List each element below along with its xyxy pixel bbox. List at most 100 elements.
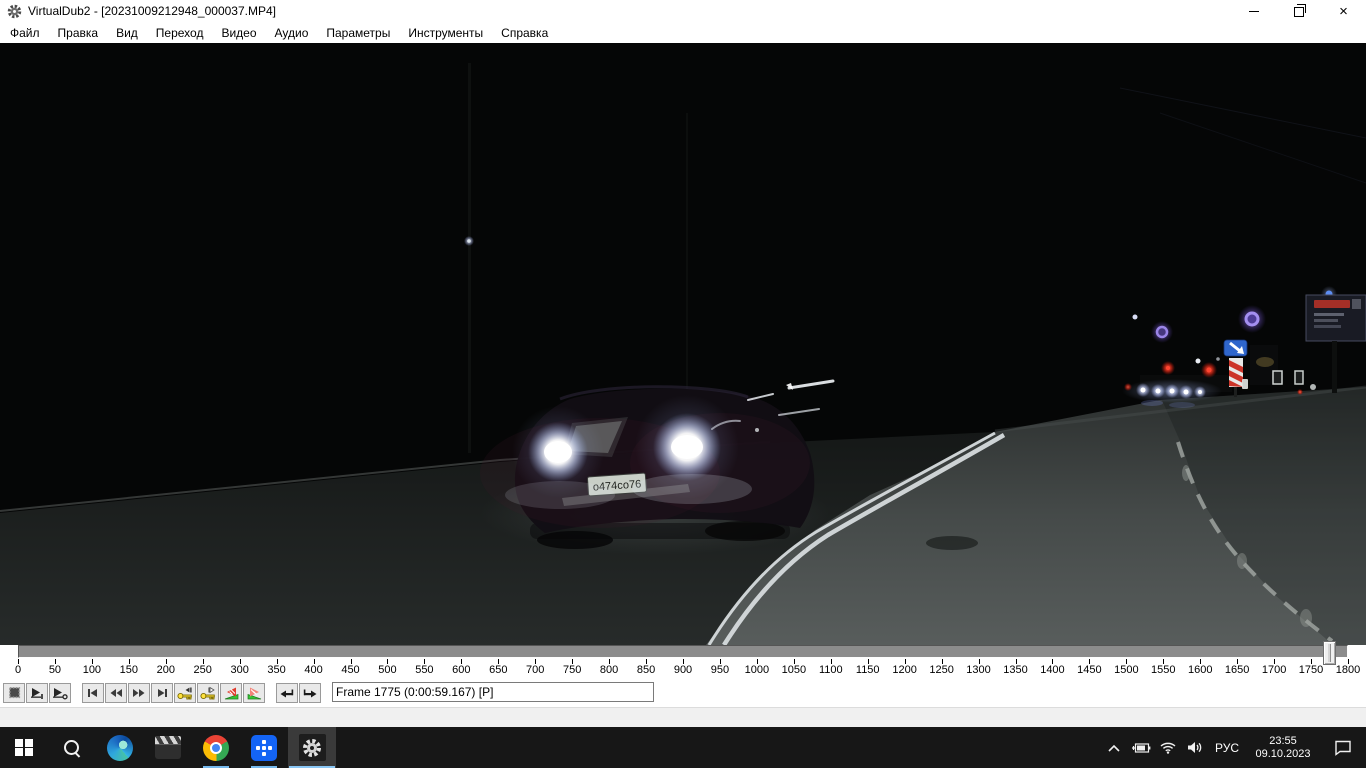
menu-options[interactable]: Параметры xyxy=(317,23,399,43)
taskbar-edge-button[interactable] xyxy=(96,727,144,768)
prev-scene-icon xyxy=(223,686,240,701)
action-center-icon xyxy=(1334,740,1352,756)
start-button[interactable] xyxy=(0,727,48,768)
close-button[interactable]: × xyxy=(1321,0,1366,22)
timeline-tick-label: 350 xyxy=(267,664,285,676)
go-end-button[interactable] xyxy=(151,683,173,703)
battery-status[interactable] xyxy=(1127,727,1155,768)
taskbar-blue-app-button[interactable] xyxy=(240,727,288,768)
mark-in-icon xyxy=(279,686,295,700)
system-tray: РУС 23:55 09.10.2023 xyxy=(1101,727,1366,768)
timeline-tick-label: 950 xyxy=(711,664,729,676)
timeline-tick-label: 1150 xyxy=(856,664,880,676)
timeline-tick-label: 1250 xyxy=(929,664,953,676)
timeline-tick-label: 0 xyxy=(15,664,21,676)
small-sign-1 xyxy=(1273,371,1282,384)
utility-pole-2 xyxy=(686,113,688,413)
mark-out-icon xyxy=(302,686,318,700)
small-sign-2 xyxy=(1295,371,1303,384)
step-back-button[interactable] xyxy=(105,683,127,703)
menu-view[interactable]: Вид xyxy=(107,23,147,43)
title-bar: VirtualDub2 - [20231009212948_000037.MP4… xyxy=(0,0,1366,22)
volume-status[interactable] xyxy=(1181,727,1208,768)
speaker-icon xyxy=(1187,741,1203,754)
window-controls: × xyxy=(1231,0,1366,22)
restore-button[interactable] xyxy=(1276,0,1321,22)
timeline-ruler: 0501001502002503003504004505005506006507… xyxy=(0,645,1366,681)
menu-audio[interactable]: Аудио xyxy=(266,23,318,43)
taskbar-chrome-button[interactable] xyxy=(192,727,240,768)
timeline-tick-label: 1450 xyxy=(1077,664,1101,676)
timeline-tick-label: 550 xyxy=(415,664,433,676)
menu-help[interactable]: Справка xyxy=(492,23,557,43)
go-start-button[interactable] xyxy=(82,683,104,703)
timeline-tick-label: 1750 xyxy=(1299,664,1323,676)
taskbar: РУС 23:55 09.10.2023 xyxy=(0,727,1366,768)
menu-edit[interactable]: Правка xyxy=(49,23,108,43)
taskbar-search-button[interactable] xyxy=(48,727,96,768)
timeline-track[interactable] xyxy=(18,645,1348,658)
dashcam-frame: о474со76 xyxy=(0,43,1366,645)
menu-video[interactable]: Видео xyxy=(212,23,265,43)
road-patch xyxy=(926,536,978,550)
menu-tools[interactable]: Инструменты xyxy=(399,23,492,43)
edge-icon xyxy=(107,735,133,761)
timeline-slider[interactable] xyxy=(1323,641,1336,665)
minimize-icon xyxy=(1249,11,1259,12)
timeline-tick-label: 850 xyxy=(637,664,655,676)
timeline-tick-label: 900 xyxy=(674,664,692,676)
prev-scene-button[interactable] xyxy=(220,683,242,703)
timeline-tick-label: 450 xyxy=(341,664,359,676)
menu-file[interactable]: Файл xyxy=(1,23,49,43)
next-keyframe-button[interactable] xyxy=(197,683,219,703)
timeline-tick-label: 1300 xyxy=(966,664,990,676)
minimize-button[interactable] xyxy=(1231,0,1276,22)
restore-icon xyxy=(1294,7,1304,17)
timeline-tick-label: 1350 xyxy=(1003,664,1027,676)
clock-date: 09.10.2023 xyxy=(1255,748,1310,761)
timeline-tick-label: 100 xyxy=(83,664,101,676)
menu-bar: Файл Правка Вид Переход Видео Аудио Пара… xyxy=(0,22,1366,43)
virtualdub-taskbar-icon xyxy=(299,734,326,761)
timeline-tick-label: 700 xyxy=(526,664,544,676)
timeline-tick-label: 1050 xyxy=(782,664,806,676)
play-input-button[interactable] xyxy=(26,683,48,703)
timeline-tick-label: 650 xyxy=(489,664,507,676)
step-forward-button[interactable] xyxy=(128,683,150,703)
timeline-tick-label: 600 xyxy=(452,664,470,676)
timeline-tick-label: 1100 xyxy=(819,664,843,676)
menu-go[interactable]: Переход xyxy=(147,23,213,43)
taskbar-virtualdub-button[interactable] xyxy=(288,727,336,768)
utility-pole xyxy=(468,63,471,453)
language-indicator[interactable]: РУС xyxy=(1208,727,1246,768)
window-bottom-strip xyxy=(0,707,1366,727)
stop-button[interactable] xyxy=(3,683,25,703)
timeline-tick-label: 1200 xyxy=(892,664,916,676)
action-center-button[interactable] xyxy=(1320,727,1366,768)
wifi-icon xyxy=(1160,741,1176,754)
timeline-tick-label: 150 xyxy=(120,664,138,676)
next-scene-icon xyxy=(246,686,263,701)
play-output-button[interactable] xyxy=(49,683,71,703)
position-toolbar: Frame 1775 (0:00:59.167) [P] xyxy=(0,681,1366,707)
timeline-tick-label: 1500 xyxy=(1114,664,1138,676)
tray-overflow-button[interactable] xyxy=(1101,727,1127,768)
timeline-tick-label: 250 xyxy=(194,664,212,676)
mark-in-button[interactable] xyxy=(276,683,298,703)
next-scene-button[interactable] xyxy=(243,683,265,703)
timeline-tick-label: 1700 xyxy=(1262,664,1286,676)
windows-logo-icon xyxy=(15,739,33,757)
network-status[interactable] xyxy=(1155,727,1181,768)
mark-out-button[interactable] xyxy=(299,683,321,703)
timeline-tick-label: 750 xyxy=(563,664,581,676)
taskbar-clock[interactable]: 23:55 09.10.2023 xyxy=(1246,727,1320,768)
close-icon: × xyxy=(1339,4,1348,19)
prev-keyframe-button[interactable] xyxy=(174,683,196,703)
virtualdub-app-icon xyxy=(7,4,22,19)
timeline-tick-label: 1650 xyxy=(1225,664,1249,676)
timeline-tick-label: 500 xyxy=(378,664,396,676)
chrome-icon xyxy=(203,735,229,761)
clapperboard-icon xyxy=(155,736,181,759)
taskbar-video-app-button[interactable] xyxy=(144,727,192,768)
timeline-tick-label: 1400 xyxy=(1040,664,1064,676)
